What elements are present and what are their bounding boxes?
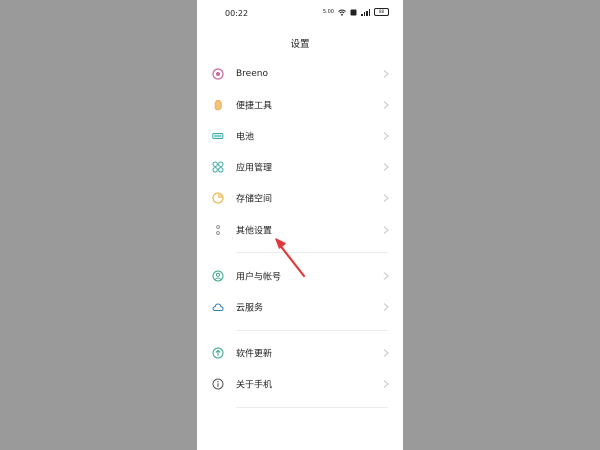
annotation-arrow [275,238,306,278]
